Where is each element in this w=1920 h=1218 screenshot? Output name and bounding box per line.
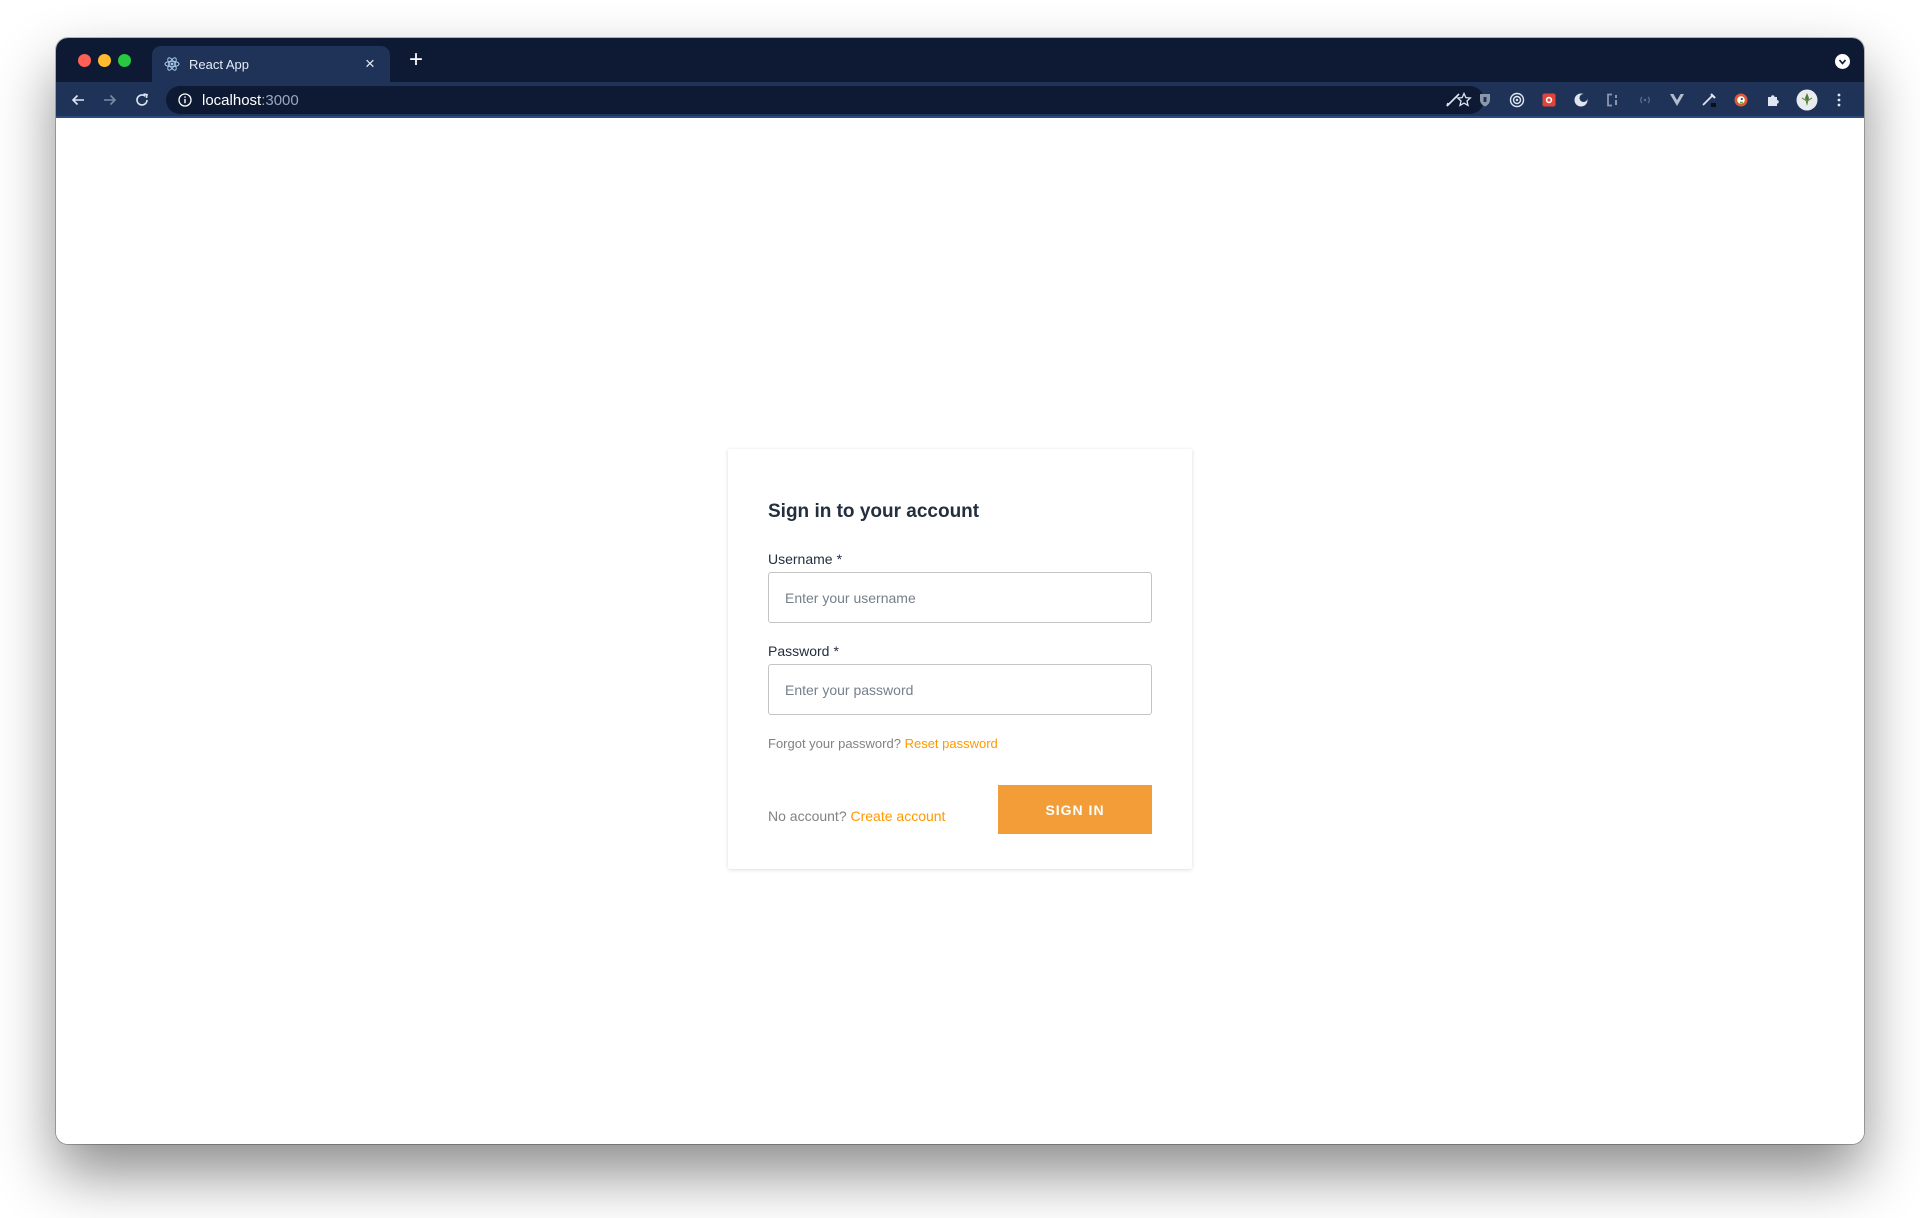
target-extension-icon[interactable] — [1508, 91, 1526, 109]
react-logo-icon — [164, 56, 180, 72]
tab-title: React App — [189, 56, 249, 72]
signin-card: Sign in to your account Username* Passwo… — [728, 449, 1192, 869]
signin-button[interactable]: SIGN IN — [998, 785, 1152, 834]
forgot-password-text: Forgot your password? — [768, 736, 901, 751]
username-input[interactable] — [768, 572, 1152, 623]
browser-window: React App × + localhost:3000 Sign in to… — [56, 38, 1864, 1144]
new-tab-button[interactable]: + — [404, 48, 428, 72]
broadcast-extension-icon[interactable] — [1636, 91, 1654, 109]
username-label-text: Username — [768, 551, 833, 567]
maximize-window-button[interactable] — [118, 54, 131, 67]
shield-extension-icon[interactable] — [1476, 91, 1494, 109]
forgot-password-hint: Forgot your password? Reset password — [768, 736, 998, 751]
browser-tab[interactable]: React App × — [152, 46, 390, 82]
duckduckgo-extension-icon[interactable] — [1732, 91, 1750, 109]
eyedropper-extension-icon[interactable] — [1700, 91, 1718, 109]
vue-devtools-icon[interactable] — [1668, 91, 1686, 109]
reload-icon[interactable] — [132, 90, 152, 110]
url-port: :3000 — [261, 91, 299, 109]
username-label: Username * — [768, 551, 842, 567]
menu-kebab-icon[interactable] — [1830, 91, 1848, 109]
code-extension-icon[interactable] — [1604, 91, 1622, 109]
required-marker: * — [836, 551, 843, 567]
password-input[interactable] — [768, 664, 1152, 715]
url-host: localhost — [202, 91, 262, 109]
extensions-puzzle-icon[interactable] — [1764, 91, 1782, 109]
page-content: Sign in to your account Username* Passwo… — [56, 118, 1864, 1144]
browser-toolbar: localhost:3000 — [56, 82, 1864, 118]
avatar[interactable] — [1796, 89, 1818, 111]
red-extension-icon[interactable] — [1540, 91, 1558, 109]
required-marker: * — [833, 643, 839, 659]
close-window-button[interactable] — [78, 54, 91, 67]
tab-search-icon[interactable] — [1835, 54, 1850, 69]
moon-extension-icon[interactable] — [1572, 91, 1590, 109]
tab-strip: React App × + — [56, 38, 1864, 82]
forward-icon[interactable] — [100, 90, 120, 110]
no-account-text: No account? — [768, 808, 847, 824]
password-label-text: Password — [768, 643, 830, 659]
signin-title: Sign in to your account — [768, 501, 980, 522]
tab-close-icon[interactable]: × — [362, 55, 378, 72]
address-bar[interactable]: localhost:3000 — [166, 86, 1484, 114]
back-icon[interactable] — [68, 90, 88, 110]
minimize-window-button[interactable] — [98, 54, 111, 67]
pen-extension-icon[interactable] — [1444, 91, 1462, 109]
reset-password-link[interactable]: Reset password — [905, 736, 998, 751]
site-info-icon[interactable] — [178, 93, 192, 107]
create-account-link[interactable]: Create account — [851, 808, 946, 824]
no-account-hint: No account? Create account — [768, 808, 945, 824]
password-label: Password * — [768, 643, 839, 659]
